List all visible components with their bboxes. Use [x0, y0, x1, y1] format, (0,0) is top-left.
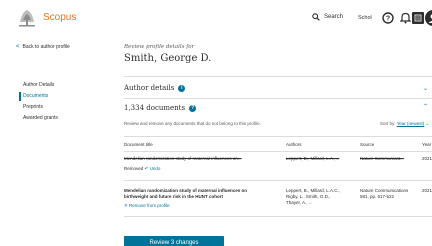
instructions-text: Review and remove any documents that do …: [124, 121, 261, 126]
info-icon[interactable]: i: [178, 84, 186, 92]
back-link-label: Back to author profile: [22, 44, 70, 50]
review-changes-button[interactable]: Review 3 changes: [124, 236, 224, 246]
remove-from-profile-button[interactable]: ✕ Remove from profile: [124, 203, 170, 209]
divider: [124, 98, 432, 99]
sort-select[interactable]: Year (newest): [397, 121, 425, 126]
doc-source-line2: 581, pp. 517-522: [360, 194, 395, 199]
sidebar-item-author-details[interactable]: Author Details: [19, 80, 58, 91]
doc-year: 2021: [422, 188, 432, 193]
close-icon: ✕: [124, 203, 128, 208]
col-header-title[interactable]: Document title: [124, 142, 153, 147]
table-top-border: [124, 136, 432, 137]
search-icon: [312, 13, 320, 21]
chevron-left-icon: <: [16, 44, 20, 50]
elsevier-tree-icon: [16, 6, 38, 28]
search-label: Search: [324, 14, 344, 20]
chevron-down-icon: ⌄: [425, 121, 430, 126]
scholar-link[interactable]: Schol: [358, 15, 372, 21]
help-icon[interactable]: ?: [381, 11, 395, 25]
remove-label: Remove from profile: [129, 203, 170, 208]
back-to-profile-link[interactable]: < Back to author profile: [16, 44, 70, 50]
chevron-down-icon[interactable]: ⌄: [423, 85, 428, 92]
doc-authors: Leppert, B., Millard, L.A.,...: [286, 156, 340, 161]
sidebar-item-preprints[interactable]: Preprints: [19, 102, 58, 113]
top-header: Scopus Search Schol ?: [0, 0, 432, 36]
author-details-heading: Author details: [124, 84, 175, 92]
sidebar-nav: Author Details Documents Preprints Award…: [19, 80, 58, 124]
page-title: Smith, George D.: [124, 53, 212, 64]
logo-text: Scopus: [43, 11, 77, 23]
author-details-section-toggle[interactable]: Author details i: [124, 84, 186, 92]
col-header-source[interactable]: Source: [360, 142, 374, 147]
doc-title: Mendelian randomization study of materna…: [124, 156, 242, 161]
undo-label: Undo: [149, 166, 161, 171]
documents-heading: 1,334 documents: [124, 104, 186, 112]
undo-button[interactable]: ↶ Undo: [145, 166, 161, 171]
institution-icon[interactable]: [412, 12, 424, 24]
removed-status: Removed ↶ Undo: [124, 166, 160, 172]
avatar-icon[interactable]: [425, 10, 432, 26]
page-subtitle: Review profile details for: [124, 44, 195, 50]
info-icon[interactable]: ?: [189, 104, 197, 112]
doc-year: 2021: [422, 156, 432, 161]
search-button[interactable]: Search: [312, 13, 343, 21]
sidebar-item-awarded-grants[interactable]: Awarded grants: [19, 113, 58, 124]
undo-icon: ↶: [144, 166, 149, 171]
svg-text:?: ?: [386, 16, 390, 23]
bell-icon[interactable]: [398, 11, 412, 25]
sidebar-item-documents[interactable]: Documents: [19, 91, 58, 102]
divider: [124, 76, 432, 77]
documents-section-toggle[interactable]: 1,334 documents ?: [124, 104, 197, 112]
col-header-year[interactable]: Year: [422, 142, 431, 147]
row-divider: [124, 216, 432, 217]
removed-label: Removed: [124, 166, 144, 171]
scopus-logo[interactable]: Scopus: [16, 6, 76, 28]
table-header-border: [124, 151, 432, 152]
sort-label: Sort by:: [380, 121, 396, 126]
doc-title-line2[interactable]: birthweight and future risk in the HUNT …: [124, 194, 223, 200]
chevron-up-icon[interactable]: ⌃: [423, 103, 428, 110]
doc-source: Nature Communicat...: [360, 156, 404, 161]
col-header-authors[interactable]: Authors: [286, 142, 302, 147]
row-divider: [124, 180, 432, 181]
doc-authors-line3: Thayer, A., ...: [286, 200, 313, 205]
sort-control[interactable]: Sort by: Year (newest) ⌄: [380, 121, 429, 127]
